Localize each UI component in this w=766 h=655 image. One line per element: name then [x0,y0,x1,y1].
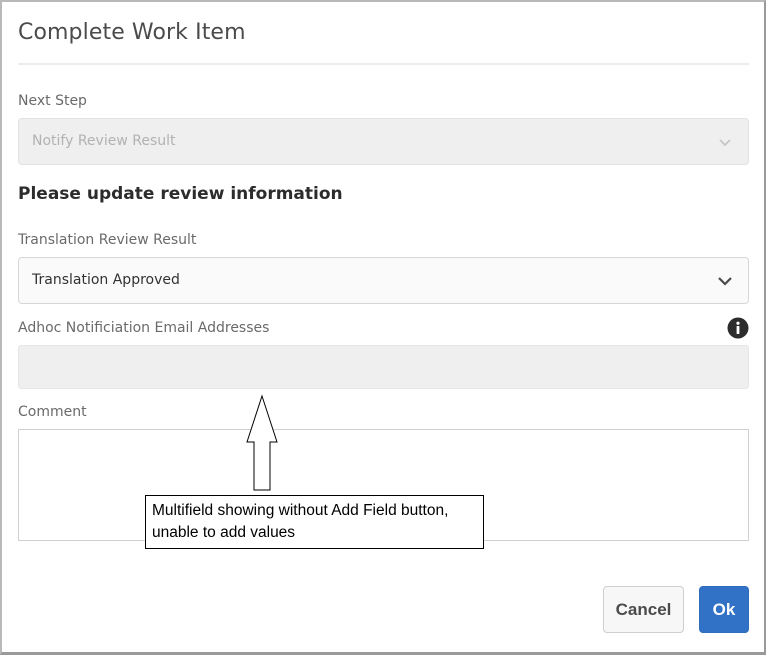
title-divider [18,63,749,65]
next-step-select: Notify Review Result [18,118,749,165]
info-icon[interactable] [727,317,749,339]
adhoc-emails-label: Adhoc Notificiation Email Addresses [18,320,270,336]
arrow-up-icon [246,394,278,491]
review-result-value: Translation Approved [32,272,180,288]
annotation-line-2: unable to add values [152,524,296,541]
dialog-title: Complete Work Item [18,20,246,45]
comment-label: Comment [18,404,87,420]
ok-button[interactable]: Ok [699,586,749,633]
annotation-line-1: Multifield showing without Add Field but… [152,502,449,519]
review-result-label: Translation Review Result [18,232,197,248]
section-heading: Please update review information [18,184,343,204]
cancel-button[interactable]: Cancel [603,586,684,633]
chevron-down-icon [718,277,732,286]
annotation-callout: Multifield showing without Add Field but… [145,495,484,549]
next-step-label: Next Step [18,93,87,109]
chevron-down-icon [719,139,731,147]
adhoc-emails-multifield[interactable] [18,345,749,389]
review-result-select[interactable]: Translation Approved [18,257,749,304]
next-step-value: Notify Review Result [32,133,176,149]
